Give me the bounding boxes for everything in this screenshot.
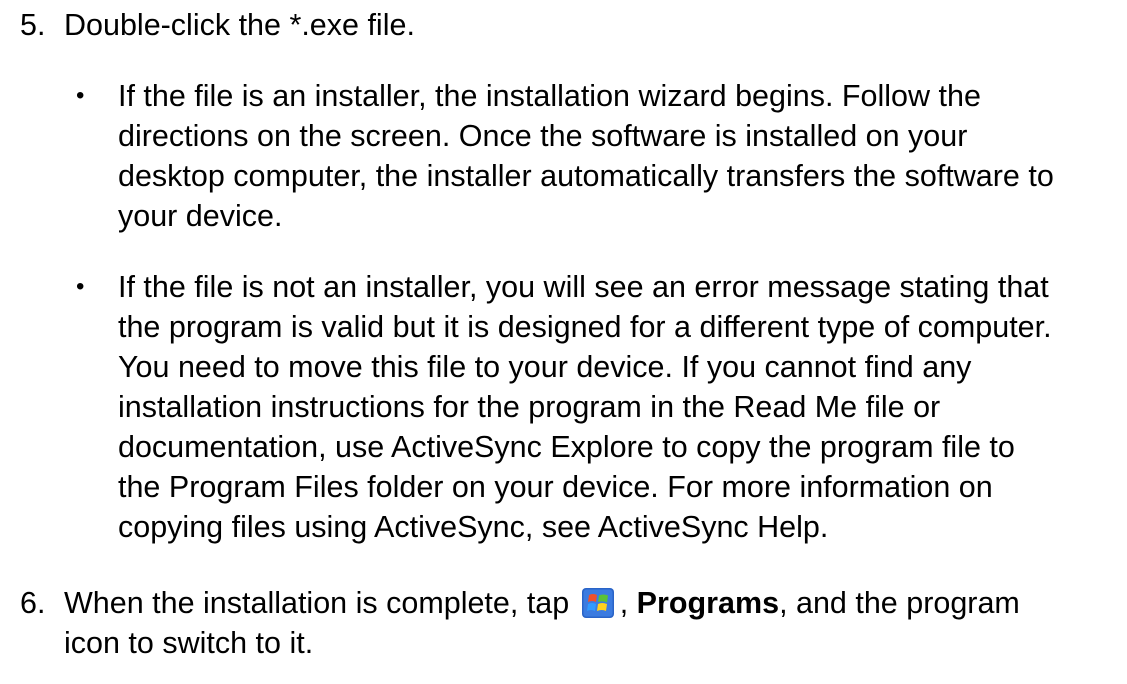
bullet-2-line-3: You need to move this file to your devic… [118,350,972,384]
bullet-2-line-7: copying files using ActiveSync, see Acti… [118,510,829,544]
step-6-line-2: icon to switch to it. [64,626,314,660]
step-6-number: 6. [20,586,46,620]
programs-label: Programs [636,586,780,620]
windows-start-icon [581,588,614,618]
bullet-2-line-1: If the file is not an installer, you wil… [118,270,1049,304]
bullet-2-line-6: the Program Files folder on your device.… [118,470,993,504]
bullet-1-line-1: If the file is an installer, the install… [118,79,981,113]
bullet-1-line-3: desktop computer, the installer automati… [118,159,1054,193]
bullet-2-line-2: the program is valid but it is designed … [118,310,1052,344]
bullet-1-line-4: your device. [118,199,283,233]
bullet-1-line-2: directions on the screen. Once the softw… [118,119,968,153]
step-6-text-after: , and the program [779,586,1020,620]
step-6-separator: , [619,586,629,620]
bullet-1-glyph: • [76,82,85,109]
bullet-2-glyph: • [76,273,85,300]
step-5-text: Double-click the *.exe file. [64,8,415,42]
step-6-line-1: When the installation is complete, tap ,… [64,588,1020,619]
step-5-number: 5. [20,8,46,42]
bullet-2-line-4: installation instructions for the progra… [118,390,941,424]
step-6-text-before: When the installation is complete, tap [64,586,570,620]
bullet-2-line-5: documentation, use ActiveSync Explore to… [118,430,1015,464]
